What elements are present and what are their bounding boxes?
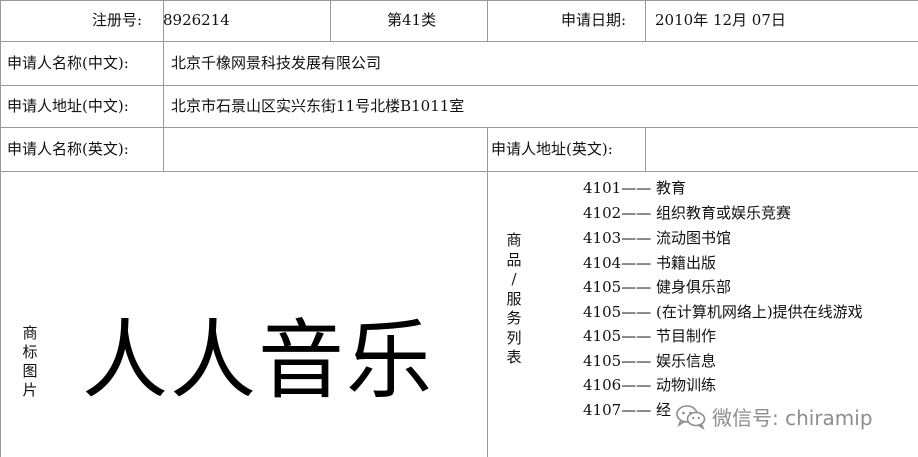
row-divider-1 — [0, 41, 918, 42]
trademark-mark-text: 人人音乐 — [82, 311, 434, 411]
service-name: 教育 — [655, 179, 686, 197]
wechat-watermark: 微信号: chiramip — [676, 402, 873, 431]
service-name: 书籍出版 — [655, 254, 716, 272]
service-code: 4105 — [583, 278, 622, 296]
service-code: 4105 — [583, 327, 622, 345]
service-code: 4103 — [583, 229, 622, 247]
service-separator: —— — [621, 376, 652, 394]
service-item: 4107—— 经 — [583, 403, 671, 418]
label-char: 商 — [22, 324, 38, 342]
applicant-address-cn-label: 申请人地址(中文): — [7, 97, 129, 115]
service-name: 动物训练 — [655, 376, 716, 394]
service-name: (在计算机网络上)提供在线游戏 — [655, 303, 863, 321]
service-code: 4105 — [583, 352, 622, 370]
en-addr-col-divider — [645, 127, 646, 172]
service-item: 4106—— 动物训练 — [583, 378, 716, 393]
service-name: 娱乐信息 — [655, 352, 716, 370]
service-code: 4106 — [583, 376, 622, 394]
table-border-top — [0, 0, 918, 1]
service-separator: —— — [621, 254, 652, 272]
applicant-name-cn-value: 北京千橡网景科技发展有限公司 — [171, 54, 382, 72]
watermark-text: 微信号: chiramip — [712, 406, 873, 430]
label-char: 商 — [506, 231, 522, 249]
label-char: 品 — [506, 250, 522, 269]
service-separator: —— — [621, 229, 652, 247]
service-name: 流动图书馆 — [655, 229, 731, 247]
mid-col-divider — [487, 127, 488, 457]
row-divider-2 — [0, 85, 918, 86]
service-code: 4107 — [583, 401, 622, 419]
class-label: 第41类 — [387, 11, 437, 29]
label-char: 图 — [22, 362, 38, 380]
service-name: 经 — [655, 401, 671, 419]
applicant-address-cn-value: 北京市石景山区实兴东街11号北楼B1011室 — [171, 97, 465, 115]
service-separator: —— — [621, 204, 652, 222]
service-item: 4102—— 组织教育或娱乐竞赛 — [583, 206, 791, 221]
service-item: 4105—— (在计算机网络上)提供在线游戏 — [583, 305, 863, 320]
service-separator: —— — [621, 401, 652, 419]
label-char: 标 — [22, 343, 38, 361]
label-char: / — [511, 270, 517, 288]
row-divider-4 — [0, 171, 918, 172]
header-col-divider-2 — [330, 0, 331, 42]
service-separator: —— — [621, 327, 652, 345]
header-col-divider-3 — [487, 0, 488, 42]
applicant-name-en-label: 申请人名称(英文): — [7, 140, 129, 158]
label-char: 表 — [506, 348, 522, 366]
service-item: 4103—— 流动图书馆 — [583, 231, 731, 246]
service-code: 4102 — [583, 204, 622, 222]
label-char: 务 — [506, 309, 522, 327]
trademark-image-label: 商 标 图 片 — [21, 324, 39, 400]
services-list-label: 商 品 / 服 务 列 表 — [505, 231, 523, 368]
service-code: 4104 — [583, 254, 622, 272]
application-date-value: 2010年 12月 07日 — [655, 11, 786, 29]
service-item: 4101—— 教育 — [583, 181, 686, 196]
wechat-icon — [676, 404, 706, 430]
service-item: 4105—— 节目制作 — [583, 329, 716, 344]
service-separator: —— — [621, 303, 652, 321]
service-name: 节目制作 — [655, 327, 716, 345]
service-item: 4105—— 娱乐信息 — [583, 354, 716, 369]
service-separator: —— — [621, 352, 652, 370]
trademark-record-sheet: 注册号: 8926214 第41类 申请日期: 2010年 12月 07日 申请… — [0, 0, 918, 457]
label-char: 服 — [506, 289, 522, 308]
service-code: 4101 — [583, 179, 622, 197]
service-item: 4105—— 健身俱乐部 — [583, 280, 731, 295]
header-col-divider-4 — [645, 0, 646, 42]
row-divider-3 — [0, 127, 918, 128]
service-item: 4104—— 书籍出版 — [583, 256, 716, 271]
service-code: 4105 — [583, 303, 622, 321]
label-char: 片 — [22, 381, 38, 399]
registration-number-label: 注册号: — [92, 11, 143, 29]
applicant-name-cn-label: 申请人名称(中文): — [7, 54, 129, 72]
label-char: 列 — [506, 328, 522, 347]
service-name: 组织教育或娱乐竞赛 — [655, 204, 791, 222]
label-col-divider — [163, 41, 164, 172]
applicant-address-en-label: 申请人地址(英文): — [491, 140, 613, 158]
application-date-label: 申请日期: — [561, 11, 627, 29]
service-separator: —— — [621, 179, 652, 197]
table-border-left — [0, 0, 1, 457]
service-name: 健身俱乐部 — [655, 278, 731, 296]
service-separator: —— — [621, 278, 652, 296]
registration-number-value: 8926214 — [163, 11, 230, 29]
